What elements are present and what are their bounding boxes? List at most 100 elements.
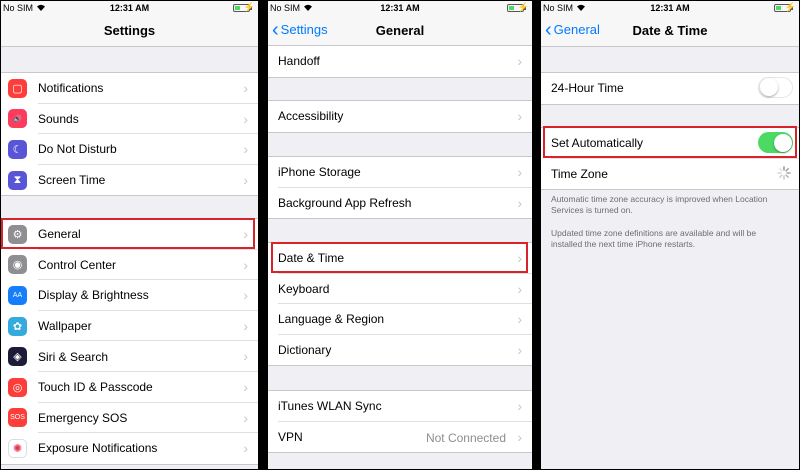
chevron-right-icon: › bbox=[243, 171, 248, 188]
time-zone-label: Time Zone bbox=[551, 166, 608, 181]
chevron-right-icon: › bbox=[517, 164, 522, 180]
nav-bar: Settings bbox=[1, 15, 258, 47]
row-label: Notifications bbox=[38, 81, 104, 96]
settings-group-1: ▢ Notifications › 🔊 Sounds › ☾ Do Not Disturb › ⧗… bbox=[1, 72, 258, 197]
general-row-iphone-storage[interactable]: iPhone Storage › bbox=[268, 157, 532, 188]
row-label: Sounds bbox=[38, 111, 79, 126]
settings-row-do-not-disturb[interactable]: ☾ Do Not Disturb › bbox=[1, 134, 258, 165]
general-row-language-region[interactable]: Language & Region › bbox=[268, 304, 532, 335]
settings-row-sounds[interactable]: 🔊 Sounds › bbox=[1, 104, 258, 135]
toggle-knob bbox=[773, 133, 792, 152]
general-row-date-time[interactable]: Date & Time › bbox=[268, 243, 532, 274]
hourglass-icon: ⧗ bbox=[8, 170, 27, 190]
general-row-dictionary[interactable]: Dictionary › bbox=[268, 335, 532, 366]
row-label: Accessibility bbox=[278, 109, 344, 124]
nav-bar: ‹ Settings General bbox=[268, 15, 532, 47]
location-footnote: Automatic time zone accuracy is improved… bbox=[551, 194, 768, 215]
row-label: Dictionary bbox=[278, 343, 332, 358]
general-group-2: iPhone Storage › Background App Refresh › bbox=[268, 156, 532, 220]
set-automatically-row: Set Automatically bbox=[541, 128, 799, 159]
time-zone-row[interactable]: Time Zone bbox=[541, 159, 799, 190]
settings-row-screen-time[interactable]: ⧗ Screen Time › bbox=[1, 165, 258, 196]
clock: 12:31 AM bbox=[650, 3, 690, 13]
moon-icon: ☾ bbox=[8, 139, 27, 159]
chevron-right-icon: › bbox=[243, 378, 248, 395]
chevron-right-icon: › bbox=[243, 348, 248, 365]
gear-icon: ⚙ bbox=[8, 224, 27, 244]
general-row-itunes-wlan-sync[interactable]: iTunes WLAN Sync › bbox=[268, 391, 532, 422]
settings-row-touch-id-passcode[interactable]: ◎ Touch ID & Passcode › bbox=[1, 372, 258, 403]
status-bar: No SIM 12:31 AM ⚡ bbox=[541, 1, 799, 15]
general-group-4: iTunes WLAN Sync › VPN Not Connected › bbox=[268, 390, 532, 454]
row-label: Emergency SOS bbox=[38, 410, 128, 425]
chevron-right-icon: › bbox=[517, 53, 522, 69]
clock: 12:31 AM bbox=[380, 3, 420, 13]
set-automatically-toggle[interactable] bbox=[758, 132, 793, 153]
update-footnote: Updated time zone definitions are availa… bbox=[551, 228, 757, 249]
chevron-right-icon: › bbox=[243, 287, 248, 304]
hour24-group: 24-Hour Time bbox=[541, 72, 799, 105]
settings-row-emergency-sos[interactable]: SOS Emergency SOS › bbox=[1, 403, 258, 434]
sos-icon: SOS bbox=[8, 408, 27, 428]
settings-row-exposure-notifications[interactable]: ✺ Exposure Notifications › bbox=[1, 433, 258, 464]
row-value: Not Connected bbox=[425, 430, 506, 445]
chevron-right-icon: › bbox=[517, 341, 522, 358]
toggle-knob bbox=[760, 78, 778, 96]
auto-group: Set Automatically Time Zone bbox=[541, 127, 799, 191]
clock: 12:31 AM bbox=[109, 3, 150, 13]
nav-bar: ‹ General Date & Time bbox=[541, 15, 799, 47]
settings-row-general[interactable]: ⚙ General › bbox=[1, 219, 258, 250]
settings-row-control-center[interactable]: ◉ Control Center › bbox=[1, 250, 258, 281]
chevron-right-icon: › bbox=[517, 311, 522, 328]
row-label: General bbox=[38, 227, 81, 242]
status-bar: No SIM 12:31 AM ⚡ bbox=[268, 1, 532, 15]
settings-row-wallpaper[interactable]: ✿ Wallpaper › bbox=[1, 311, 258, 342]
row-label: Handoff bbox=[278, 54, 320, 69]
row-label: iTunes WLAN Sync bbox=[278, 399, 382, 414]
page-title: General bbox=[375, 23, 425, 38]
loading-spinner-icon bbox=[777, 165, 791, 180]
settings-group-2: ⚙ General › ◉ Control Center › AA Display & Bri… bbox=[1, 218, 258, 465]
hour24-row: 24-Hour Time bbox=[541, 73, 799, 104]
chevron-right-icon: › bbox=[243, 226, 248, 242]
general-row-accessibility[interactable]: Accessibility › bbox=[268, 101, 532, 132]
chevron-right-icon: › bbox=[243, 110, 248, 127]
chevron-right-icon: › bbox=[243, 256, 248, 273]
general-screen: No SIM 12:31 AM ⚡ ‹ Settings General Hand… bbox=[268, 1, 532, 469]
general-group-1: Accessibility › bbox=[268, 100, 532, 133]
settings-screen: No SIM 12:31 AM ⚡ Settings ▢ Notification… bbox=[1, 1, 258, 469]
general-group-0: Handoff › bbox=[268, 45, 532, 78]
settings-row-display-brightness[interactable]: AA Display & Brightness › bbox=[1, 280, 258, 311]
row-label: Touch ID & Passcode bbox=[38, 380, 153, 395]
fingerprint-icon: ◎ bbox=[8, 377, 27, 397]
row-label: Display & Brightness bbox=[38, 288, 149, 303]
settings-row-siri-search[interactable]: ◈ Siri & Search › bbox=[1, 341, 258, 372]
row-label: Screen Time bbox=[38, 173, 106, 188]
page-title: Settings bbox=[103, 23, 156, 38]
chevron-right-icon: › bbox=[517, 194, 522, 211]
chevron-right-icon: › bbox=[243, 317, 248, 334]
chevron-right-icon: › bbox=[517, 398, 522, 414]
row-label: Exposure Notifications bbox=[38, 441, 158, 456]
row-label: Wallpaper bbox=[38, 319, 92, 334]
row-label: Date & Time bbox=[278, 251, 345, 266]
switches-icon: ◉ bbox=[8, 255, 27, 275]
flower-icon: ✿ bbox=[8, 316, 27, 336]
chevron-right-icon: › bbox=[517, 428, 522, 445]
hour24-toggle[interactable] bbox=[758, 77, 793, 98]
text-size-icon: AA bbox=[8, 285, 27, 305]
row-label: Keyboard bbox=[278, 281, 330, 296]
charging-icon: ⚡ bbox=[243, 2, 255, 12]
charging-icon: ⚡ bbox=[517, 2, 529, 12]
general-row-background-app-refresh[interactable]: Background App Refresh › bbox=[268, 188, 532, 219]
general-row-handoff[interactable]: Handoff › bbox=[268, 46, 532, 77]
settings-row-notifications[interactable]: ▢ Notifications › bbox=[1, 73, 258, 104]
notifications-icon: ▢ bbox=[8, 78, 27, 98]
general-row-keyboard[interactable]: Keyboard › bbox=[268, 274, 532, 305]
row-label: iPhone Storage bbox=[278, 165, 361, 180]
chevron-right-icon: › bbox=[243, 440, 248, 457]
chevron-right-icon: › bbox=[243, 409, 248, 426]
general-row-vpn[interactable]: VPN Not Connected › bbox=[268, 422, 532, 453]
chevron-right-icon: › bbox=[517, 108, 522, 124]
exposure-icon: ✺ bbox=[8, 438, 27, 458]
